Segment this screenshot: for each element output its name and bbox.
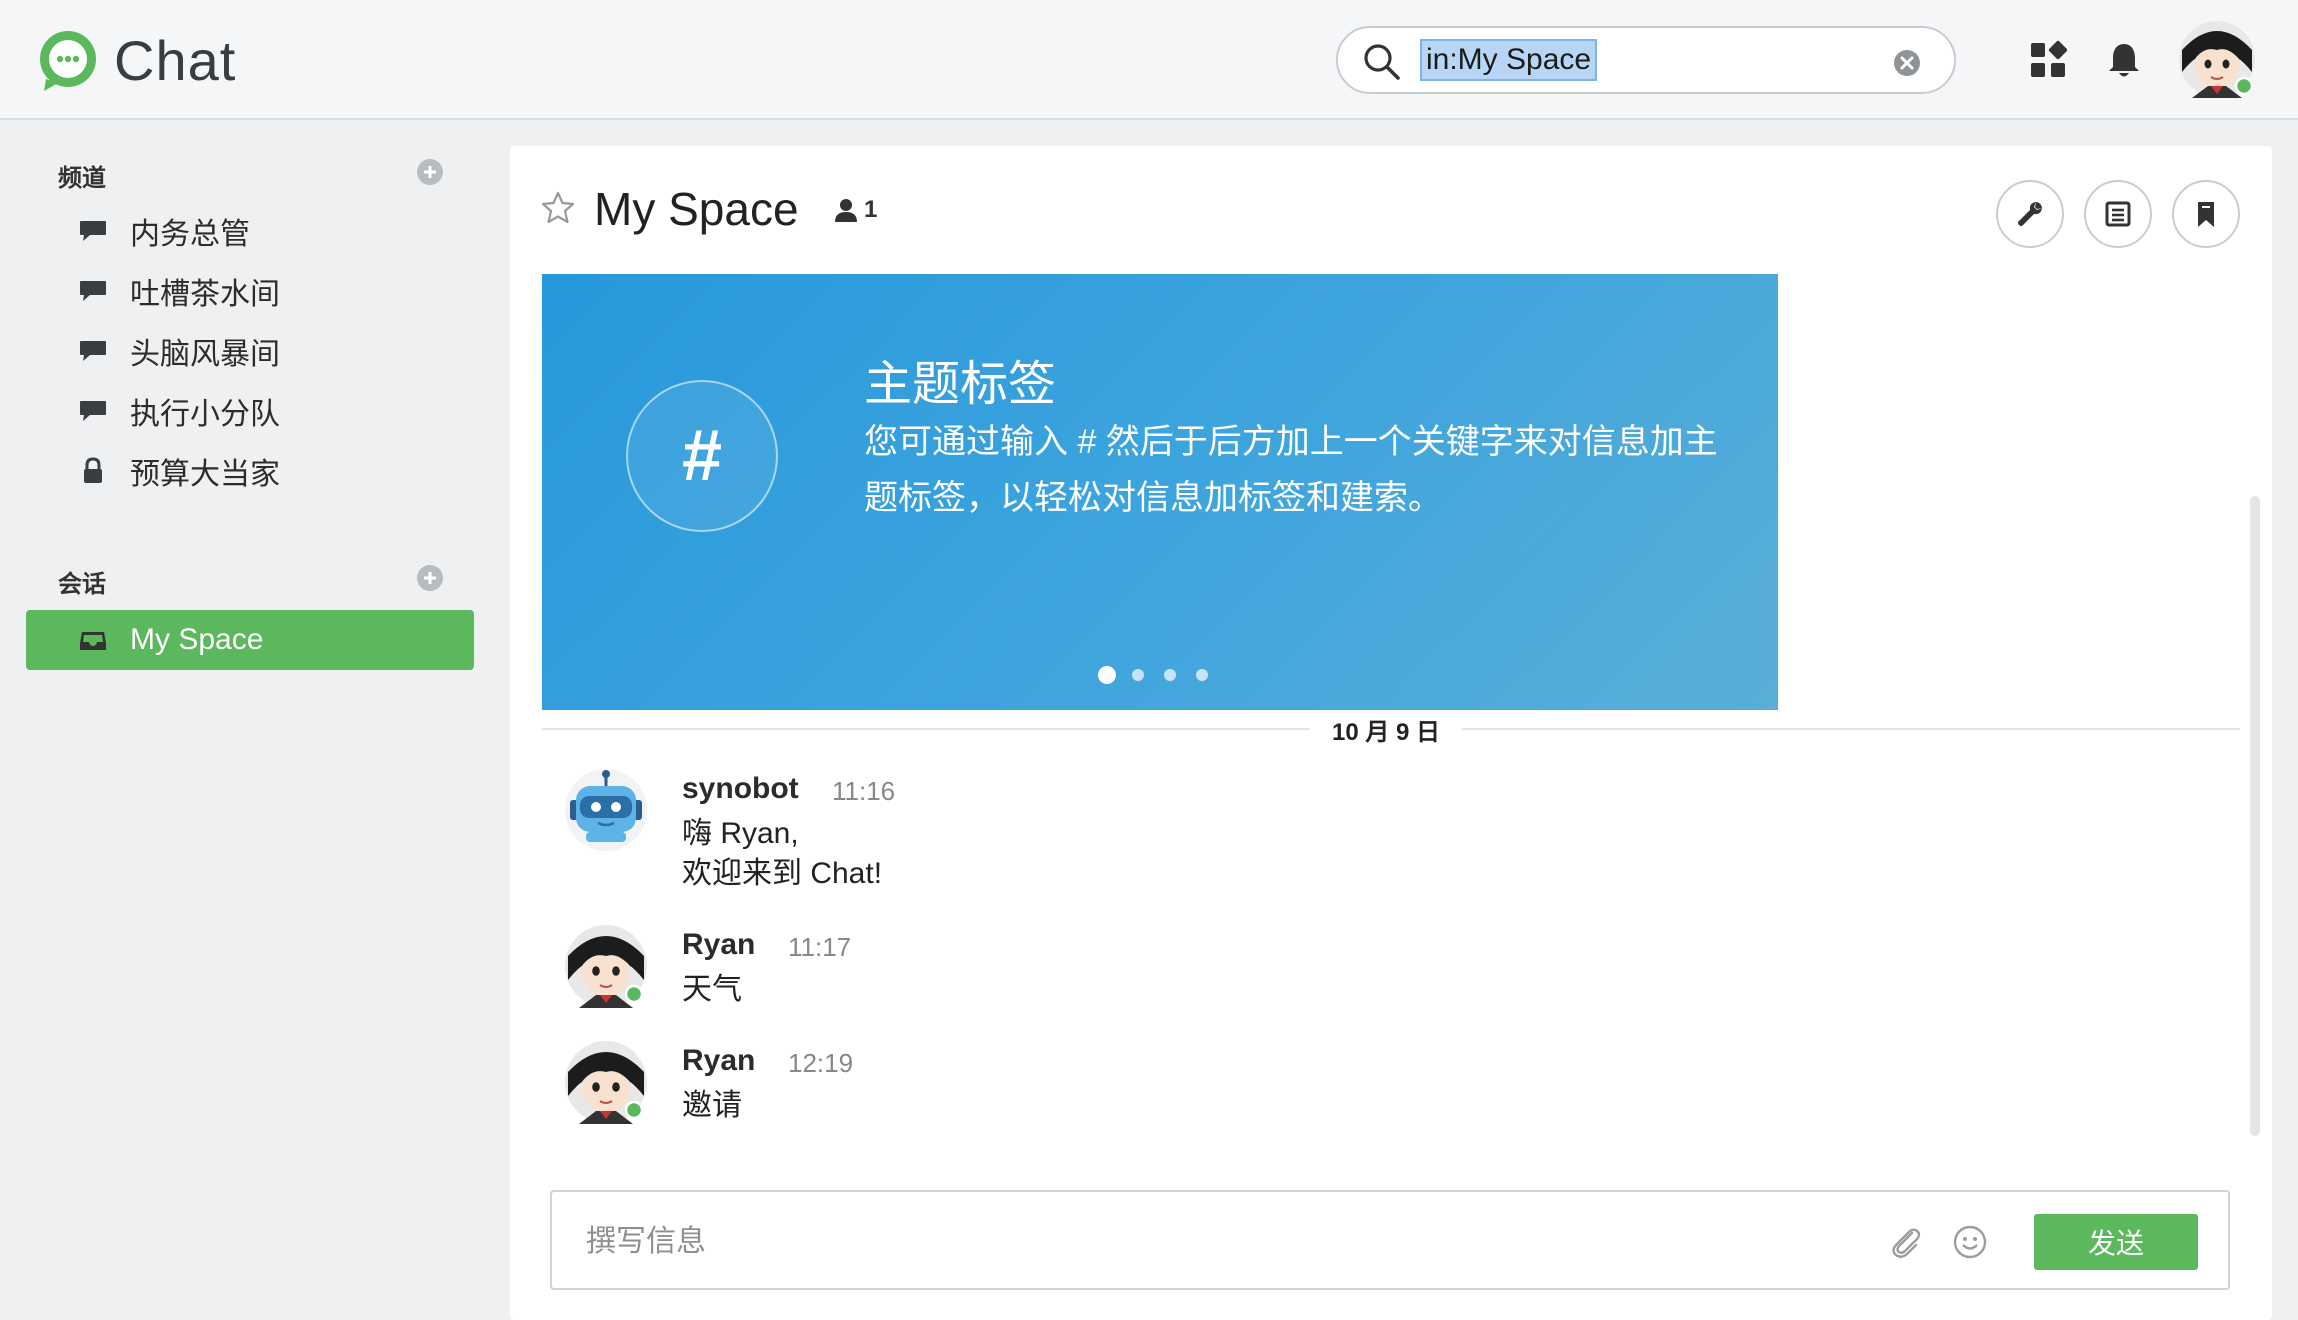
sidebar-item-channel[interactable]: 吐槽茶水间 [26, 262, 474, 320]
sidebar-item-channel[interactable]: 内务总管 [26, 202, 474, 260]
channel-title: My Space [594, 183, 799, 235]
app-logo[interactable]: Chat [36, 28, 236, 93]
message-author[interactable]: Ryan [682, 1044, 755, 1078]
send-button[interactable]: 发送 [2034, 1214, 2198, 1270]
paperclip-icon[interactable] [1888, 1224, 1924, 1260]
message-scrollbar[interactable] [2250, 496, 2260, 1136]
message-time: 12:19 [788, 1048, 854, 1078]
message-line: 天气 [682, 973, 742, 1006]
inbox-icon [80, 632, 106, 650]
member-count[interactable]: 1 [832, 196, 877, 224]
notification-bell-icon[interactable] [2104, 40, 2144, 80]
chat-logo-icon [40, 30, 96, 91]
user-avatar[interactable] [564, 924, 648, 1008]
message-input[interactable] [586, 1220, 1786, 1264]
message-author[interactable]: synobot [682, 772, 799, 806]
channel-label: 内务总管 [130, 218, 250, 251]
settings-button[interactable] [1996, 180, 2064, 248]
message-body: 嗨 Ryan, 欢迎来到 Chat! [682, 814, 882, 894]
message-line: 欢迎来到 Chat! [682, 857, 883, 890]
message-body: 天气 [682, 970, 742, 1010]
online-status-icon [624, 984, 644, 1004]
app-name: Chat [114, 29, 237, 92]
channel-label: 预算大当家 [130, 458, 280, 491]
member-count-value: 1 [864, 196, 878, 223]
bookmark-icon [2198, 202, 2214, 227]
channel-label: 执行小分队 [130, 398, 280, 431]
wrench-icon [2018, 202, 2042, 226]
emoji-icon[interactable] [1952, 1224, 1988, 1260]
bookmark-button[interactable] [2172, 180, 2240, 248]
carousel-dot[interactable] [1196, 669, 1208, 681]
hashtag-tip-banner: # 主题标签 您可通过输入 # 然后于后方加上一个关键字来对信息加主题标签，以轻… [542, 274, 1778, 710]
star-icon[interactable] [540, 190, 576, 226]
search-box[interactable]: in:My Space [1336, 26, 1956, 94]
chat-bubble-icon [80, 341, 106, 361]
channel-label: 头脑风暴间 [130, 338, 280, 371]
online-status-icon [2234, 76, 2254, 96]
search-input[interactable] [1420, 38, 1890, 82]
carousel-dots [1098, 666, 1228, 684]
banner-description: 您可通过输入 # 然后于后方加上一个关键字来对信息加主题标签，以轻松对信息加标签… [864, 423, 1718, 517]
carousel-dot[interactable] [1098, 666, 1116, 684]
sidebar-item-my-space[interactable]: My Space [26, 610, 474, 670]
channels-section-title: 频道 [58, 165, 106, 192]
date-divider-label: 10 月 9 日 [1310, 712, 1463, 747]
clear-search-icon[interactable] [1892, 48, 1922, 78]
person-icon [835, 199, 857, 222]
user-avatar[interactable] [564, 1040, 648, 1124]
chat-bubble-icon [80, 401, 106, 421]
lock-icon [84, 457, 102, 483]
carousel-dot[interactable] [1164, 669, 1176, 681]
list-icon [2105, 201, 2131, 227]
hashtag-icon: # [681, 416, 723, 496]
banner-title: 主题标签 [864, 358, 1057, 411]
add-conversation-icon[interactable] [416, 564, 444, 592]
sidebar: 频道 内务总管 吐槽茶水间 头脑风暴间 执行小分队 预算大当家 会话 My Sp… [0, 122, 500, 1320]
chat-bubble-icon [80, 281, 106, 301]
conversation-label: My Space [130, 623, 264, 656]
message-composer: 发送 [550, 1190, 2230, 1290]
channel-label: 吐槽茶水间 [130, 278, 280, 311]
hashtag-badge: # [626, 380, 778, 532]
sidebar-item-channel[interactable]: 执行小分队 [26, 382, 474, 440]
conversations-section-title: 会话 [58, 571, 106, 598]
online-status-icon [624, 1100, 644, 1120]
message-time: 11:16 [832, 776, 896, 806]
message-line: 嗨 Ryan, [682, 817, 799, 850]
user-avatar[interactable] [2178, 20, 2256, 98]
conversation-panel: My Space 1 # 主题标签 您可通过输入 # 然后于后方加上一个关键字来… [510, 146, 2272, 1320]
message-author[interactable]: Ryan [682, 928, 755, 962]
channel-info-button[interactable] [2084, 180, 2152, 248]
message-body: 邀请 [682, 1086, 742, 1126]
sidebar-item-channel[interactable]: 头脑风暴间 [26, 322, 474, 380]
robot-avatar[interactable] [564, 768, 648, 852]
message-line: 邀请 [682, 1089, 742, 1122]
carousel-dot[interactable] [1132, 669, 1144, 681]
chat-bubble-icon [80, 221, 106, 241]
add-channel-icon[interactable] [416, 158, 444, 186]
apps-grid-icon[interactable] [2028, 40, 2068, 80]
message-time: 11:17 [788, 932, 852, 962]
search-icon [1364, 44, 1400, 80]
top-bar: Chat in:My Space [0, 0, 2298, 120]
sidebar-item-channel[interactable]: 预算大当家 [26, 442, 474, 500]
